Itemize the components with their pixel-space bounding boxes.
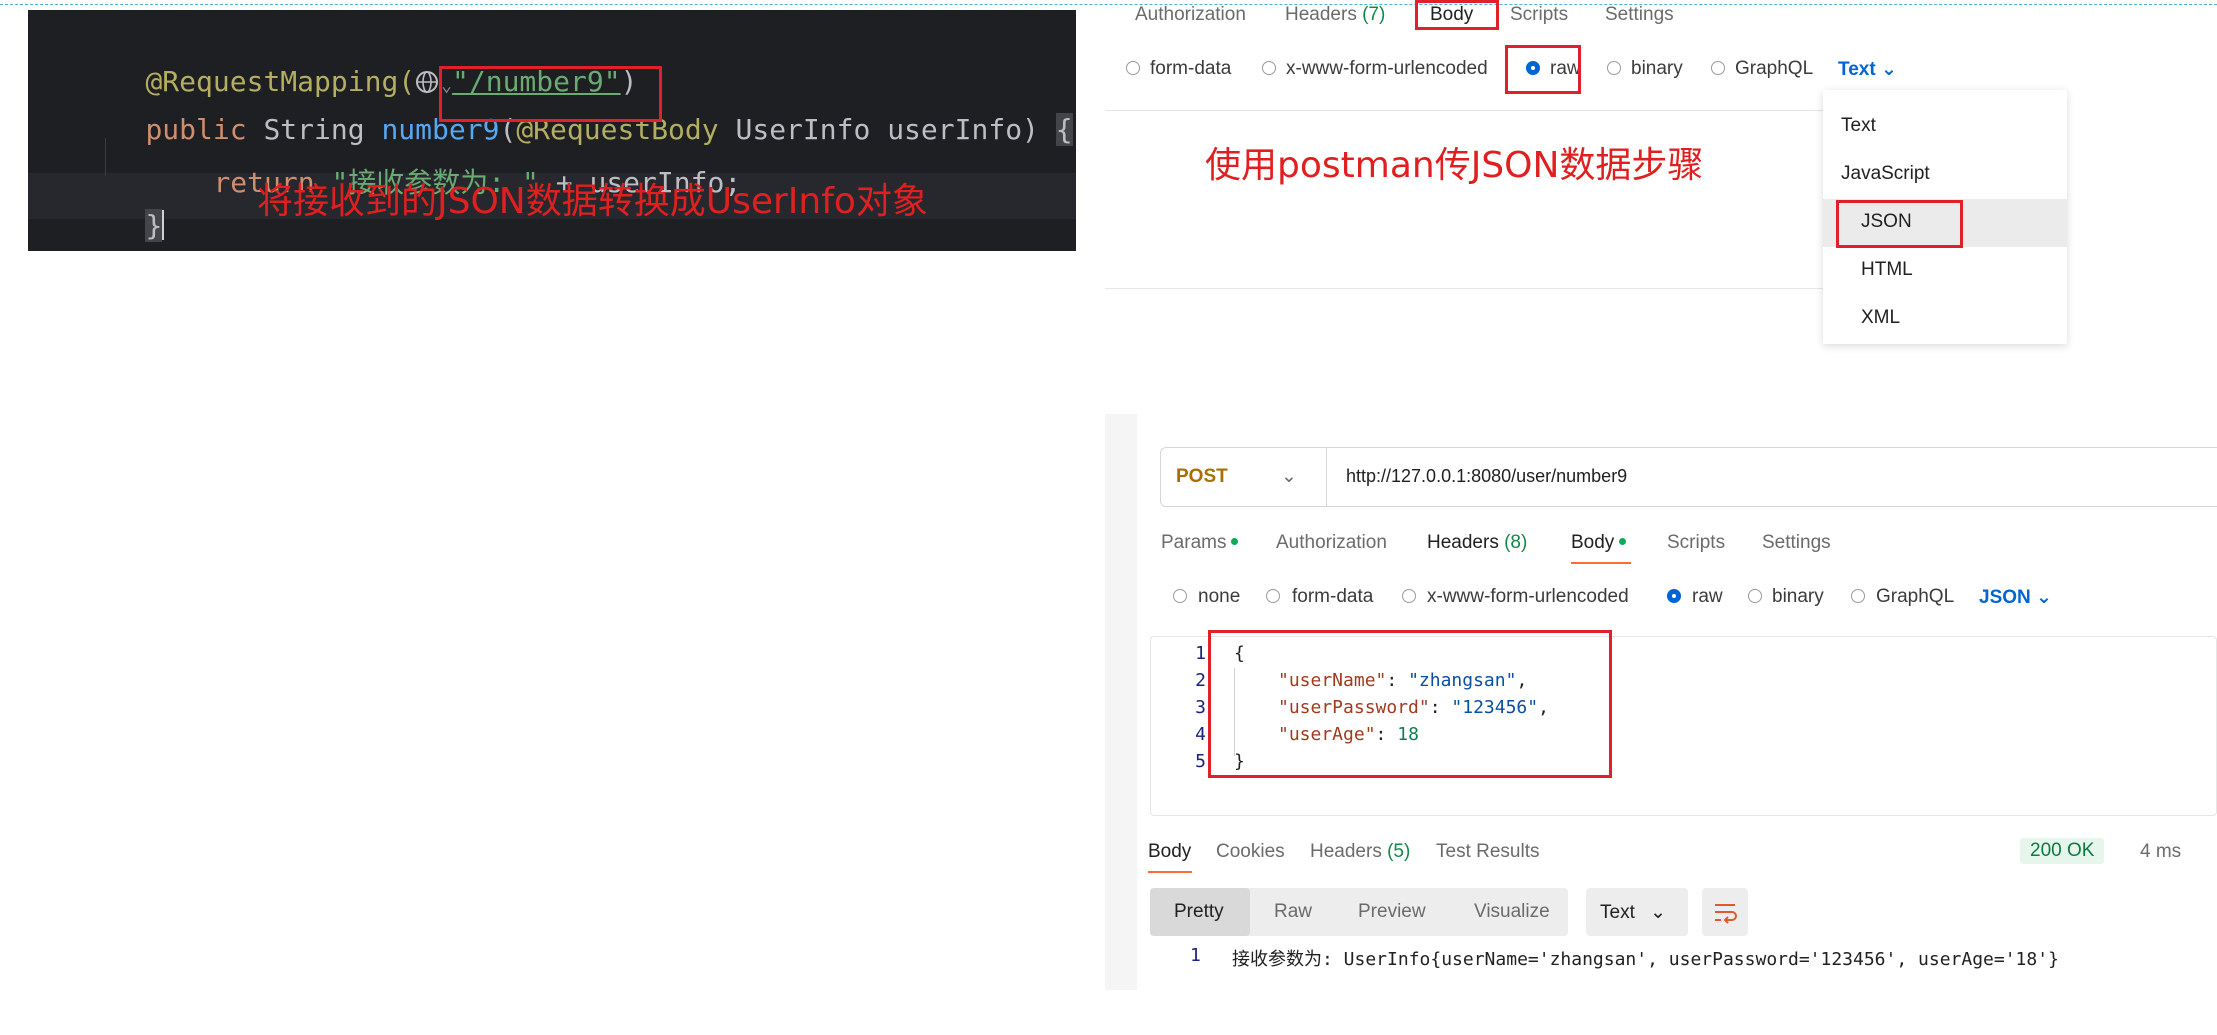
resp-active-indicator xyxy=(1148,871,1192,873)
dropdown-item-html[interactable]: HTML xyxy=(1861,259,1913,281)
response-time: 4 ms xyxy=(2140,841,2182,862)
highlight-requestbody xyxy=(439,66,662,122)
view-pretty[interactable]: Pretty xyxy=(1174,901,1224,923)
panel-edge xyxy=(1105,414,1137,990)
url-separator xyxy=(1326,448,1327,506)
tab-authorization[interactable]: Authorization xyxy=(1135,4,1246,26)
tab-params[interactable]: Params xyxy=(1161,532,1239,554)
line-number: 4 xyxy=(1195,724,1206,745)
response-format-label: Text ⌄ xyxy=(1600,902,1667,923)
active-tab-indicator xyxy=(1571,562,1631,564)
response-output: 接收参数为: UserInfo{userName='zhangsan', use… xyxy=(1232,949,2059,970)
view-preview[interactable]: Preview xyxy=(1358,901,1426,923)
radio-binary[interactable] xyxy=(1607,61,1621,75)
annotation-title: 使用postman传JSON数据步骤 xyxy=(1205,145,1704,186)
format-select[interactable]: Text ⌄ xyxy=(1838,58,1897,81)
code-line-4: } xyxy=(145,209,165,242)
url-input[interactable]: http://127.0.0.1:8080/user/number9 xyxy=(1346,466,1627,487)
resp-tab-body[interactable]: Body xyxy=(1148,841,1191,863)
tab-headers[interactable]: Headers (7) xyxy=(1285,4,1385,26)
option-graphql-req[interactable]: GraphQL xyxy=(1876,586,1954,608)
dropdown-item-text[interactable]: Text xyxy=(1841,115,1876,137)
chevron-down-icon: ⌄ xyxy=(1281,466,1297,487)
option-binary[interactable]: binary xyxy=(1631,58,1683,80)
status-badge: 200 OK xyxy=(2020,838,2105,864)
line-number: 3 xyxy=(1195,697,1206,718)
radio-none[interactable] xyxy=(1173,589,1187,603)
option-urlencoded-req[interactable]: x-www-form-urlencoded xyxy=(1427,586,1629,608)
dropdown-item-javascript[interactable]: JavaScript xyxy=(1841,163,1930,185)
mid-divider xyxy=(1105,288,1825,289)
tab-settings[interactable]: Settings xyxy=(1605,4,1674,26)
chevron-down-icon: ⌄ xyxy=(1650,902,1667,923)
chevron-down-icon: ⌄ xyxy=(2036,587,2052,608)
option-graphql[interactable]: GraphQL xyxy=(1735,58,1813,80)
line-number: 1 xyxy=(1195,643,1206,664)
radio-urlencoded-req[interactable] xyxy=(1402,589,1416,603)
view-visualize[interactable]: Visualize xyxy=(1474,901,1550,923)
radio-graphql-req[interactable] xyxy=(1851,589,1865,603)
method-select[interactable]: POST ⌄ xyxy=(1176,465,1297,488)
dropdown-item-xml[interactable]: XML xyxy=(1861,307,1900,329)
chevron-down-icon: ⌄ xyxy=(1880,59,1897,80)
tab-authorization-req[interactable]: Authorization xyxy=(1276,532,1387,554)
option-form-data[interactable]: form-data xyxy=(1150,58,1231,80)
selection-guide xyxy=(0,4,2217,5)
body-format-select[interactable]: JSON ⌄ xyxy=(1979,586,2052,609)
radio-form-data-req[interactable] xyxy=(1266,589,1280,603)
line-number: 5 xyxy=(1195,751,1206,772)
code-annotation: 将接收到的JSON数据转换成UserInfo对象 xyxy=(257,181,928,222)
highlight-json-body xyxy=(1208,630,1612,778)
resp-tab-headers[interactable]: Headers (5) xyxy=(1310,841,1410,863)
tab-scripts[interactable]: Scripts xyxy=(1510,4,1568,26)
option-urlencoded[interactable]: x-www-form-urlencoded xyxy=(1286,58,1488,80)
radio-binary-req[interactable] xyxy=(1748,589,1762,603)
url-bar[interactable] xyxy=(1160,447,2217,507)
option-raw-req[interactable]: raw xyxy=(1692,586,1723,608)
wrap-lines-button[interactable] xyxy=(1702,888,1748,936)
radio-graphql[interactable] xyxy=(1711,61,1725,75)
highlight-raw xyxy=(1505,45,1581,94)
wrap-icon xyxy=(1715,904,1737,924)
option-binary-req[interactable]: binary xyxy=(1772,586,1824,608)
highlight-body-tab xyxy=(1415,0,1499,30)
radio-form-data[interactable] xyxy=(1126,61,1140,75)
text-cursor xyxy=(162,210,165,240)
tab-settings-req[interactable]: Settings xyxy=(1762,532,1831,554)
option-none[interactable]: none xyxy=(1198,586,1240,608)
code-editor-panel: @RequestMapping(⌄"/number9") public Stri… xyxy=(28,10,1076,251)
tab-headers-req[interactable]: Headers (8) xyxy=(1427,532,1527,554)
resp-tab-test-results[interactable]: Test Results xyxy=(1436,841,1539,863)
tab-body-req[interactable]: Body xyxy=(1571,532,1627,554)
tab-scripts-req[interactable]: Scripts xyxy=(1667,532,1725,554)
radio-raw-req[interactable] xyxy=(1667,589,1681,603)
body-dot xyxy=(1619,538,1627,545)
response-line-number: 1 xyxy=(1190,945,1201,966)
line-number: 2 xyxy=(1195,670,1206,691)
view-raw[interactable]: Raw xyxy=(1274,901,1312,923)
params-dot xyxy=(1231,538,1239,545)
radio-urlencoded[interactable] xyxy=(1262,61,1276,75)
resp-tab-cookies[interactable]: Cookies xyxy=(1216,841,1285,863)
highlight-json-item xyxy=(1836,200,1963,248)
option-form-data-req[interactable]: form-data xyxy=(1292,586,1373,608)
